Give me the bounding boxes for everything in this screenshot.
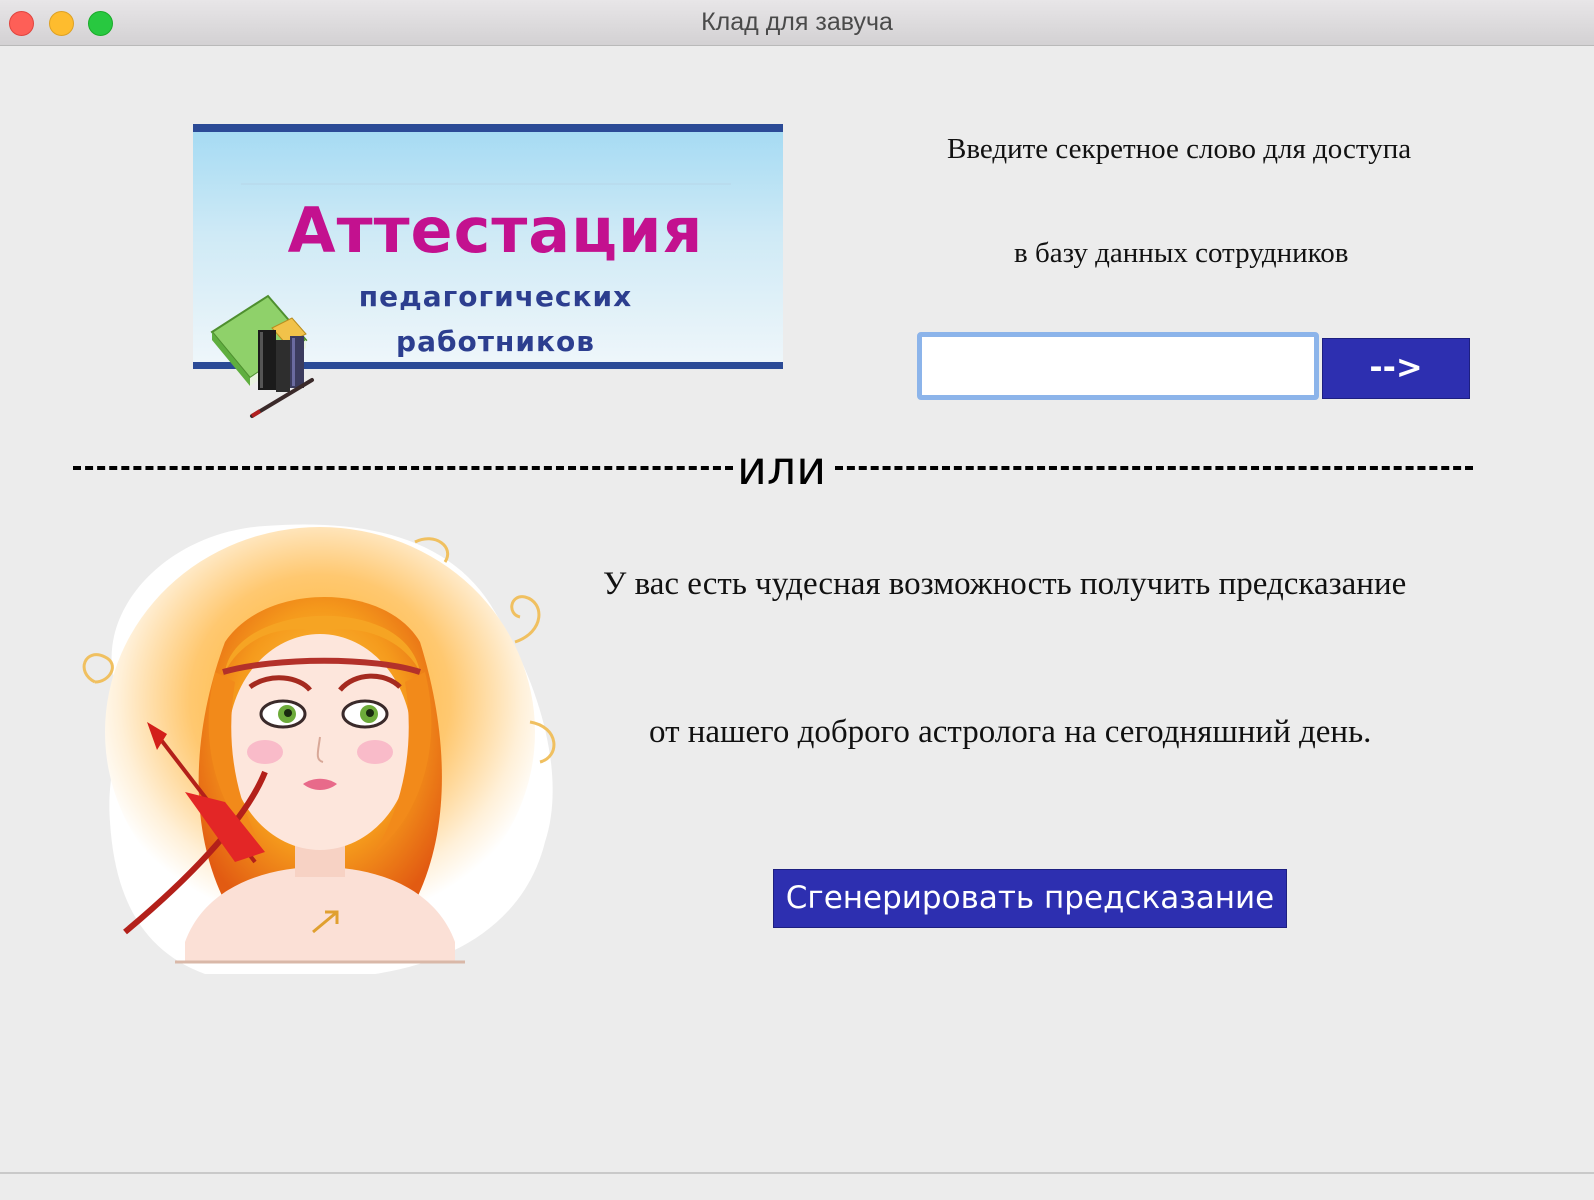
horoscope-text-line2: от нашего доброго астролога на сегодняшн…: [649, 714, 1372, 750]
secret-word-input[interactable]: [917, 332, 1319, 400]
submit-secret-button[interactable]: -->: [1322, 338, 1470, 399]
or-divider: или: [73, 440, 1473, 496]
books-icon: [210, 294, 314, 418]
window-title: Клад для завуча: [701, 8, 893, 36]
sagittarius-girl-illustration: [82, 524, 556, 974]
banner-rule: [241, 183, 731, 185]
divider-dashes-right: [835, 466, 1473, 470]
secret-word-prompt-line2: в базу данных сотрудников: [1014, 237, 1349, 269]
secret-word-prompt-line1: Введите секретное слово для доступа: [947, 133, 1412, 165]
title-bar: Клад для завуча: [0, 0, 1594, 46]
divider-dashes-left: [73, 466, 733, 470]
divider-label: или: [737, 441, 827, 495]
generate-prediction-button[interactable]: Сгенерировать предсказание: [773, 869, 1287, 928]
horoscope-text-line1: У вас есть чудесная возможность получить…: [603, 566, 1407, 602]
banner-title: Аттестация: [287, 194, 704, 267]
attestation-banner: Аттестация педагогических работников: [193, 124, 783, 418]
window-bottom-edge: [0, 1172, 1594, 1174]
app-window: Клад для завуча Аттестация педагогически…: [0, 0, 1594, 1200]
